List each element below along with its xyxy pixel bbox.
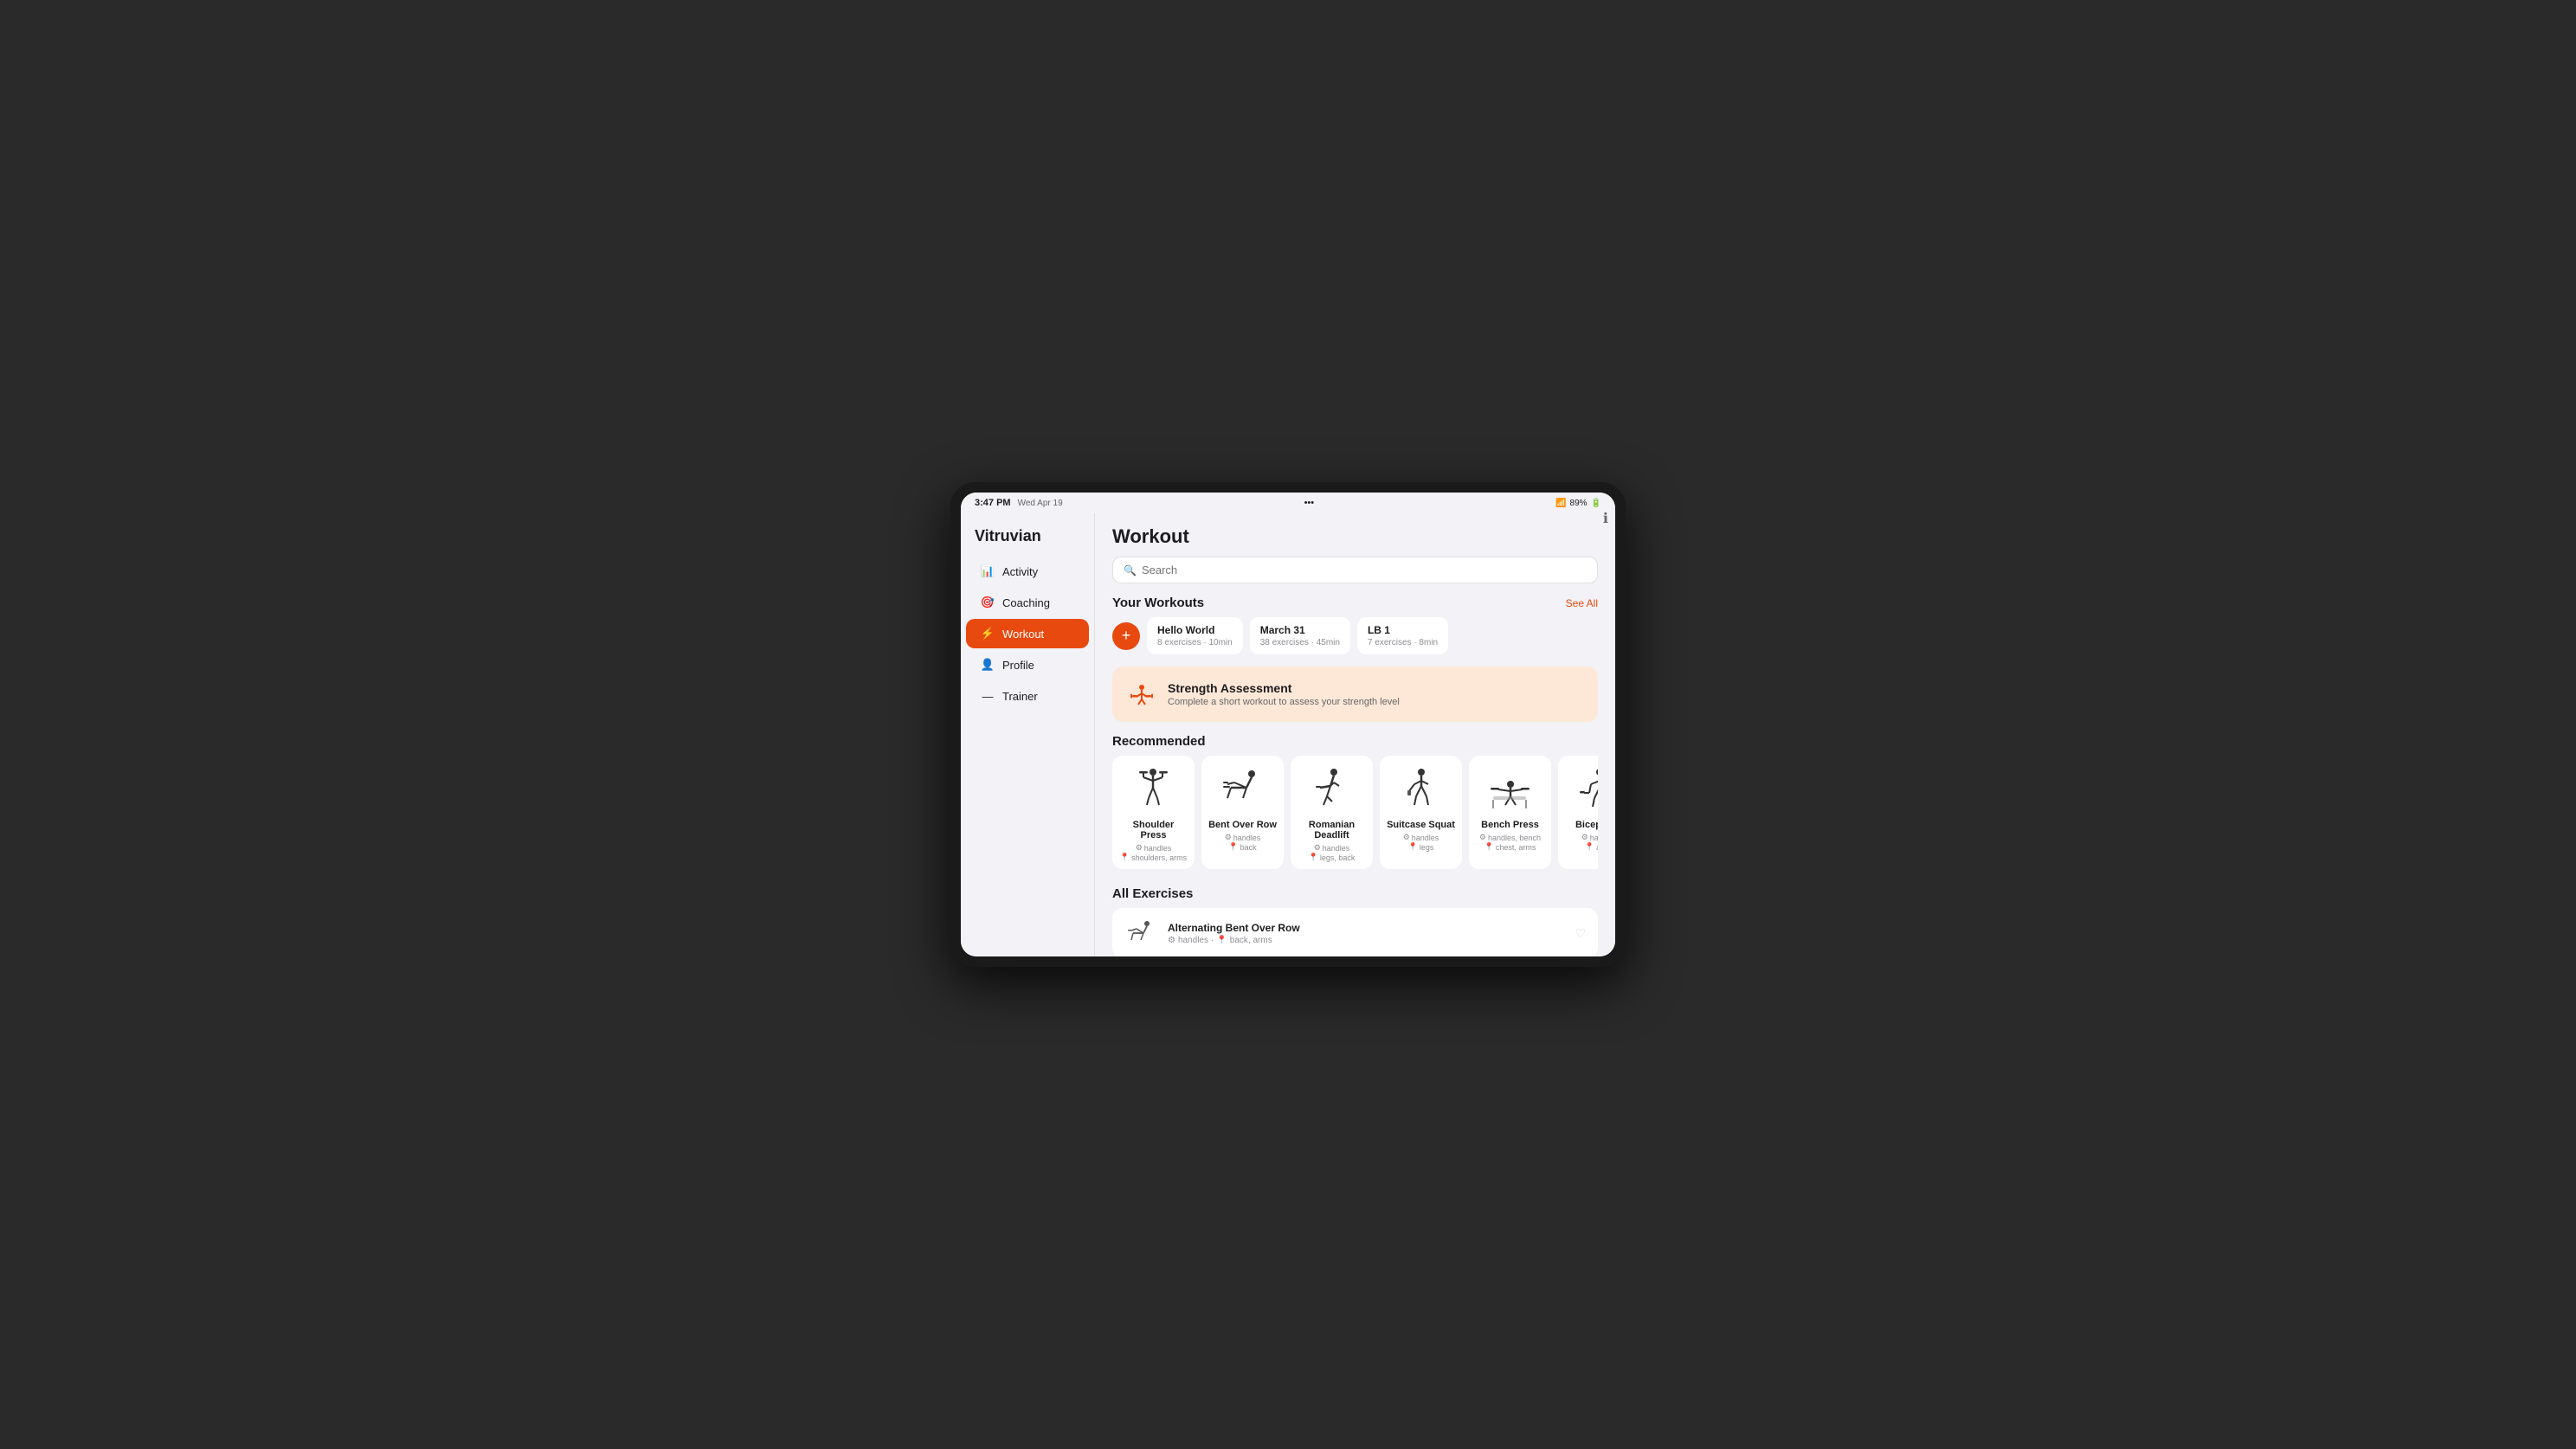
status-indicators: 📶 89% 🔋 [1555,499,1601,508]
workout-card-title-2: LB 1 [1368,624,1438,636]
exercise-muscle-3: 📍 legs [1408,842,1434,852]
bench-press-figure [1484,763,1536,815]
strength-banner-title: Strength Assessment [1168,681,1400,695]
strength-assessment-banner[interactable]: Strength Assessment Complete a short wor… [1112,667,1598,722]
search-bar: 🔍 [1112,557,1598,583]
wifi-icon: 📶 [1555,499,1566,508]
sidebar-label-profile: Profile [1002,659,1034,672]
main-content: ℹ Workout 🔍 Your Workouts See All + Hell… [1095,513,1615,956]
exercise-muscle-2: 📍 legs, back [1309,853,1356,862]
strength-icon [1126,679,1157,710]
list-item-info-0: Alternating Bent Over Row ⚙ handles · 📍 … [1168,922,1564,945]
status-date: Wed Apr 19 [1018,499,1063,508]
recommended-row: Shoulder Press ⚙ handles 📍 shoulders, ar… [1112,756,1598,873]
exercise-name-4: Bench Press [1481,820,1539,830]
exercise-muscle-1: 📍 back [1228,842,1256,852]
workout-card-meta-0: 8 exercises · 10min [1157,638,1233,647]
search-icon: 🔍 [1124,564,1137,576]
exercise-tag-2: ⚙ handles [1314,843,1350,853]
strength-banner-subtitle: Complete a short workout to assess your … [1168,697,1400,707]
exercise-name-2: Romanian Deadlift [1298,820,1366,840]
exercise-tag-3: ⚙ handles [1403,833,1439,842]
sidebar: Vitruvian 📊 Activity 🎯 Coaching ⚡ Workou… [961,513,1095,956]
your-workouts-title: Your Workouts [1112,596,1204,610]
app-content: Vitruvian 📊 Activity 🎯 Coaching ⚡ Workou… [961,513,1615,956]
list-item-0[interactable]: Alternating Bent Over Row ⚙ handles · 📍 … [1112,908,1598,956]
sidebar-item-coaching[interactable]: 🎯 Coaching [966,588,1089,617]
battery-level: 89% [1570,499,1587,508]
exercise-name-5: Bicep Curl [1575,820,1598,830]
workout-card-meta-2: 7 exercises · 8min [1368,638,1438,647]
bent-over-row-figure [1217,763,1269,815]
status-dots: ••• [1304,498,1315,508]
favorite-button-0[interactable]: ♡ [1575,926,1586,941]
add-workout-button[interactable]: + [1112,622,1140,650]
exercise-name-0: Shoulder Press [1119,820,1188,840]
all-exercises-header: All Exercises [1112,886,1598,901]
sidebar-logo: Vitruvian [961,524,1094,556]
all-exercises-title: All Exercises [1112,886,1193,901]
status-time: 3:47 PM [975,498,1011,508]
list-item-figure-0 [1124,917,1157,950]
search-input[interactable] [1142,564,1587,576]
workout-card-0[interactable]: Hello World 8 exercises · 10min [1147,617,1243,654]
your-workouts-header: Your Workouts See All [1112,596,1598,610]
exercise-tag-1: ⚙ handles [1225,833,1261,842]
romanian-deadlift-figure [1306,763,1358,815]
shoulder-press-figure [1128,763,1180,815]
exercise-card-bicep-curl[interactable]: Bicep Curl ⚙ handles 📍 arms [1558,756,1598,869]
workouts-row: + Hello World 8 exercises · 10min March … [1112,617,1598,654]
sidebar-item-workout[interactable]: ⚡ Workout [966,619,1089,648]
ipad-screen: 3:47 PM Wed Apr 19 ••• 📶 89% 🔋 Vitruvian… [961,493,1615,956]
sidebar-label-workout: Workout [1002,628,1044,641]
sidebar-item-activity[interactable]: 📊 Activity [966,557,1089,586]
list-item-name-0: Alternating Bent Over Row [1168,922,1564,934]
exercise-name-1: Bent Over Row [1208,820,1277,830]
exercise-card-romanian-deadlift[interactable]: Romanian Deadlift ⚙ handles 📍 legs, back [1291,756,1373,869]
strength-banner-text: Strength Assessment Complete a short wor… [1168,681,1400,707]
workout-card-meta-1: 38 exercises · 45min [1260,638,1340,647]
workout-card-2[interactable]: LB 1 7 exercises · 8min [1357,617,1448,654]
suitcase-squat-figure [1395,763,1447,815]
recommended-title: Recommended [1112,734,1206,749]
activity-icon: 📊 [980,564,995,579]
ipad-frame: 3:47 PM Wed Apr 19 ••• 📶 89% 🔋 Vitruvian… [950,482,1626,967]
sidebar-label-trainer: Trainer [1002,690,1038,703]
recommended-header: Recommended [1112,734,1598,749]
page-title: Workout [1112,525,1598,548]
battery-icon: 🔋 [1591,499,1601,508]
see-all-button[interactable]: See All [1566,597,1598,609]
profile-icon: 👤 [980,657,995,673]
exercise-muscle-0: 📍 shoulders, arms [1120,853,1187,862]
exercise-tag-4: ⚙ handles, bench [1479,833,1541,842]
exercise-card-bench-press[interactable]: Bench Press ⚙ handles, bench 📍 chest, ar… [1469,756,1551,869]
settings-button[interactable]: ℹ [1603,513,1608,527]
workout-card-title-1: March 31 [1260,624,1340,636]
bicep-curl-figure [1574,763,1599,815]
sidebar-label-activity: Activity [1002,565,1038,578]
exercise-tag-5: ⚙ handles [1581,833,1598,842]
workout-card-title-0: Hello World [1157,624,1233,636]
coaching-icon: 🎯 [980,595,995,610]
exercise-card-shoulder-press[interactable]: Shoulder Press ⚙ handles 📍 shoulders, ar… [1112,756,1195,869]
exercise-tag-0: ⚙ handles [1136,843,1172,853]
status-bar: 3:47 PM Wed Apr 19 ••• 📶 89% 🔋 [961,493,1615,513]
sidebar-label-coaching: Coaching [1002,596,1050,609]
sidebar-item-trainer[interactable]: — Trainer [966,681,1089,711]
exercise-card-suitcase-squat[interactable]: Suitcase Squat ⚙ handles 📍 legs [1380,756,1462,869]
workout-card-1[interactable]: March 31 38 exercises · 45min [1250,617,1350,654]
exercise-card-bent-over-row[interactable]: Bent Over Row ⚙ handles 📍 back [1201,756,1284,869]
workout-icon: ⚡ [980,626,995,641]
exercise-name-3: Suitcase Squat [1387,820,1455,830]
list-item-tags-0: ⚙ handles · 📍 back, arms [1168,936,1564,945]
trainer-icon: — [980,688,995,704]
sidebar-item-profile[interactable]: 👤 Profile [966,650,1089,679]
exercise-muscle-5: 📍 arms [1585,842,1598,852]
exercise-muscle-4: 📍 chest, arms [1484,842,1536,852]
